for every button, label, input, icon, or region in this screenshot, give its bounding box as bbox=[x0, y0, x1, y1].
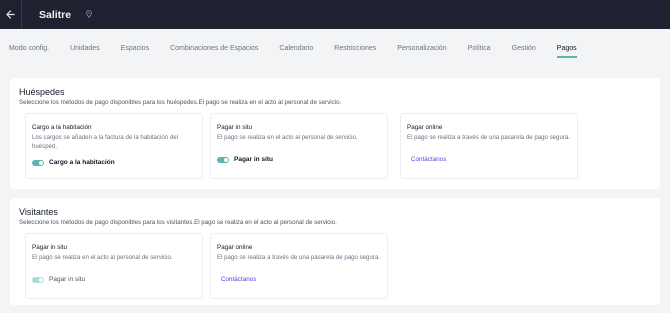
visitors-section: Visitantes Seleccione los métodos de pag… bbox=[10, 198, 660, 305]
tab-unidades[interactable]: Unidades bbox=[70, 29, 100, 68]
tab-espacios[interactable]: Espacios bbox=[121, 29, 149, 68]
pay-on-site-toggle-row: Pagar in situ bbox=[32, 276, 85, 283]
tab-personalizacion[interactable]: Personalización bbox=[397, 29, 446, 68]
tab-modo-config[interactable]: Modo config. bbox=[9, 29, 49, 68]
toggle-knob bbox=[224, 157, 228, 162]
contact-link[interactable]: Contáctanos bbox=[221, 276, 256, 283]
pay-on-site-toggle-row: Pagar in situ bbox=[217, 156, 273, 163]
toggle-knob bbox=[39, 160, 43, 165]
card-description: El pago se realiza en el acto al persona… bbox=[217, 134, 358, 141]
card-description: El pago se realiza a través de una pasar… bbox=[217, 254, 380, 261]
arrow-left-icon[interactable] bbox=[0, 0, 22, 29]
page-title: Salitre bbox=[39, 8, 72, 21]
visitors-pay-on-site-toggle[interactable] bbox=[32, 276, 44, 283]
tab-bar: Modo config. Unidades Espacios Combinaci… bbox=[0, 29, 670, 68]
guests-section: Huéspedes Seleccione los métodos de pago… bbox=[10, 78, 660, 189]
card-description: El pago se realiza a través de una pasar… bbox=[407, 134, 570, 141]
tab-restricciones[interactable]: Restricciones bbox=[334, 29, 376, 68]
card-title: Pagar online bbox=[217, 244, 253, 251]
card-title: Cargo a la habitación bbox=[32, 124, 92, 131]
guests-pay-on-site-card: Pagar in situ El pago se realiza en el a… bbox=[210, 113, 388, 179]
toggle-knob bbox=[39, 277, 43, 282]
tab-calendario[interactable]: Calendario bbox=[279, 29, 313, 68]
visitors-pay-on-site-card: Pagar in situ El pago se realiza en el a… bbox=[25, 233, 203, 299]
card-title: Pagar in situ bbox=[32, 244, 68, 251]
room-charge-toggle[interactable] bbox=[32, 159, 44, 166]
guests-description: Seleccione los métodos de pago disponibl… bbox=[19, 99, 342, 106]
room-charge-toggle-row: Cargo a la habitación bbox=[32, 159, 115, 166]
visitors-title: Visitantes bbox=[19, 207, 58, 217]
toggle-label: Cargo a la habitación bbox=[49, 159, 115, 166]
top-bar: Salitre bbox=[0, 0, 670, 29]
card-description: Los cargos se añaden a la factura de la … bbox=[32, 134, 179, 150]
guests-pay-online-card: Pagar online El pago se realiza a través… bbox=[400, 113, 578, 179]
room-charge-card: Cargo a la habitación Los cargos se añad… bbox=[25, 113, 203, 179]
tab-pagos[interactable]: Pagos bbox=[556, 29, 577, 68]
visitors-description: Seleccione los métodos de pago disponibl… bbox=[19, 219, 337, 226]
tab-politica[interactable]: Política bbox=[468, 29, 491, 68]
guests-title: Huéspedes bbox=[19, 87, 65, 97]
location-pin-icon[interactable] bbox=[86, 9, 92, 20]
tab-gestion[interactable]: Gestión bbox=[512, 29, 536, 68]
card-description: El pago se realiza en el acto al persona… bbox=[32, 254, 173, 261]
card-title: Pagar online bbox=[407, 124, 443, 131]
toggle-label: Pagar in situ bbox=[49, 276, 86, 283]
contact-link[interactable]: Contáctanos bbox=[411, 156, 446, 163]
tab-combinaciones[interactable]: Combinaciones de Espacios bbox=[170, 29, 258, 68]
card-title: Pagar in situ bbox=[217, 124, 253, 131]
guests-pay-on-site-toggle[interactable] bbox=[217, 156, 229, 163]
visitors-pay-online-card: Pagar online El pago se realiza a través… bbox=[210, 233, 388, 299]
toggle-label: Pagar in situ bbox=[234, 156, 274, 163]
